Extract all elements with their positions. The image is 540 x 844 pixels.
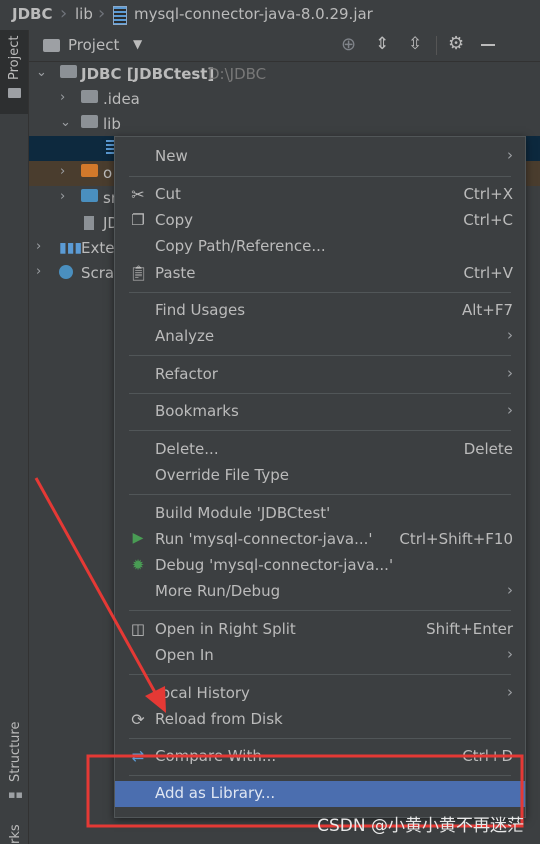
annotation-overlay <box>34 477 524 828</box>
annotation-arrow-shaft <box>34 477 159 697</box>
annotation-arrow-head <box>145 686 166 713</box>
watermark-text: CSDN @小黄小黄不再迷茫 <box>317 816 524 836</box>
